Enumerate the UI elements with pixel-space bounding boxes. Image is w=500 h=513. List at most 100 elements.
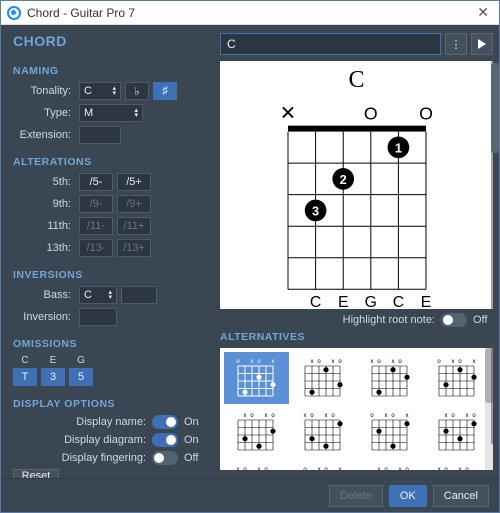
svg-text:x: x (339, 467, 342, 470)
svg-text:o: o (338, 359, 342, 365)
highlight-root-toggle[interactable] (441, 313, 467, 327)
svg-text:x: x (370, 359, 373, 365)
chord-search-input[interactable]: C (220, 33, 441, 55)
search-row: C ⋮ (220, 33, 493, 55)
svg-text:x: x (311, 359, 314, 365)
svg-text:O: O (363, 104, 377, 124)
om-btn-2[interactable]: 5 (69, 368, 93, 386)
svg-text:1: 1 (394, 140, 401, 155)
svg-text:o: o (405, 467, 409, 470)
svg-text:x: x (458, 467, 461, 470)
section-alternatives: ALTERNATIVES (220, 331, 493, 343)
alternative-item[interactable]: xoxo (224, 406, 289, 458)
svg-text:3: 3 (312, 203, 319, 218)
svg-text:x: x (405, 413, 408, 419)
alt-5th-minus[interactable]: /5- (79, 173, 113, 191)
display-diagram-state: On (184, 434, 204, 446)
section-omissions: OMISSIONS (13, 338, 204, 350)
om-note-0: C (21, 355, 28, 366)
section-naming: NAMING (13, 65, 204, 77)
svg-text:o: o (317, 359, 321, 365)
svg-text:o: o (384, 467, 388, 470)
reset-button[interactable]: Reset (13, 469, 59, 478)
alternative-item[interactable]: oxox (291, 460, 356, 470)
svg-text:x: x (272, 359, 275, 365)
alternative-item[interactable]: xoxo (358, 352, 423, 404)
svg-text:x: x (437, 467, 440, 470)
bass-label: Bass: (13, 289, 75, 301)
type-select[interactable]: M (79, 104, 143, 122)
om-note-1: E (50, 355, 57, 366)
alt-13th-minus: /13- (79, 239, 113, 257)
inversion-select[interactable] (79, 308, 117, 326)
svg-text:x: x (237, 467, 240, 470)
ok-button[interactable]: OK (389, 485, 427, 507)
close-icon[interactable]: ✕ (473, 4, 493, 21)
svg-text:o: o (244, 467, 248, 470)
alternative-item[interactable]: xoxo (424, 460, 489, 470)
svg-text:x: x (384, 413, 387, 419)
svg-text:x: x (265, 413, 268, 419)
display-name-toggle[interactable] (152, 415, 178, 429)
alternative-item[interactable]: oxox (424, 352, 489, 404)
svg-text:✕: ✕ (279, 103, 296, 125)
svg-text:x: x (304, 413, 307, 419)
svg-text:x: x (451, 359, 454, 365)
more-button[interactable]: ⋮ (445, 33, 467, 55)
svg-text:x: x (251, 359, 254, 365)
alternatives-panel: oxoxxoxoxoxooxoxxoxoxoxooxoxxoxoxoxooxox… (220, 348, 493, 470)
inversion-label: Inversion: (13, 311, 75, 323)
bass-accidental-select[interactable] (121, 286, 157, 304)
play-button[interactable] (471, 33, 493, 55)
alt-5th-plus[interactable]: /5+ (117, 173, 151, 191)
svg-text:x: x (318, 467, 321, 470)
bass-select[interactable]: C (79, 286, 117, 304)
display-fingering-toggle[interactable] (152, 451, 178, 465)
window-title: Chord - Guitar Pro 7 (27, 6, 135, 20)
svg-text:C: C (309, 294, 320, 309)
extension-select[interactable] (79, 126, 121, 144)
dialog-footer: Delete OK Cancel (1, 478, 499, 512)
alt-11th-label: 11th: (13, 220, 75, 232)
alt-9th-minus: /9- (79, 195, 113, 213)
om-btn-0[interactable]: T (13, 368, 37, 386)
svg-text:o: o (324, 467, 328, 470)
svg-text:o: o (377, 359, 381, 365)
alt-13th-label: 13th: (13, 242, 75, 254)
svg-text:o: o (465, 467, 469, 470)
alternative-item[interactable]: xoxo (291, 406, 356, 458)
right-panel: C ⋮ C ✕ O O (214, 25, 499, 478)
type-label: Type: (13, 107, 75, 119)
alternative-item[interactable]: oxox (358, 406, 423, 458)
svg-text:o: o (258, 359, 262, 365)
svg-text:o: o (472, 413, 476, 419)
alternative-item[interactable]: xoxo (424, 406, 489, 458)
display-name-label: Display name: (76, 416, 146, 428)
svg-text:o: o (370, 413, 374, 419)
svg-text:o: o (458, 359, 462, 365)
left-panel: CHORD NAMING Tonality: C ♭ ♯ Type: M Ext… (1, 25, 214, 478)
right-scrollbar[interactable] (491, 53, 499, 444)
sharp-button[interactable]: ♯ (153, 82, 177, 100)
titlebar: Chord - Guitar Pro 7 ✕ (1, 1, 499, 25)
extension-label: Extension: (13, 129, 75, 141)
alternative-item[interactable]: xoxo (291, 352, 356, 404)
delete-button[interactable]: Delete (329, 485, 383, 507)
alt-11th-plus: /11+ (117, 217, 151, 235)
alternative-item[interactable]: xoxo (358, 460, 423, 470)
display-diagram-toggle[interactable] (152, 433, 178, 447)
tonality-select[interactable]: C (79, 82, 121, 100)
chord-diagram: C ✕ O O (220, 61, 493, 309)
cancel-button[interactable]: Cancel (433, 485, 489, 507)
alternative-item[interactable]: xoxo (224, 460, 289, 470)
svg-text:o: o (398, 359, 402, 365)
svg-text:x: x (377, 467, 380, 470)
om-btn-1[interactable]: 3 (41, 368, 65, 386)
svg-text:E: E (420, 294, 431, 309)
highlight-root-label: Highlight root note: (343, 314, 435, 326)
flat-button[interactable]: ♭ (125, 82, 149, 100)
alternative-item[interactable]: oxox (224, 352, 289, 404)
chord-dialog: Chord - Guitar Pro 7 ✕ CHORD NAMING Tona… (0, 0, 500, 513)
svg-text:x: x (332, 359, 335, 365)
fretboard-svg: ✕ O O (267, 102, 447, 309)
